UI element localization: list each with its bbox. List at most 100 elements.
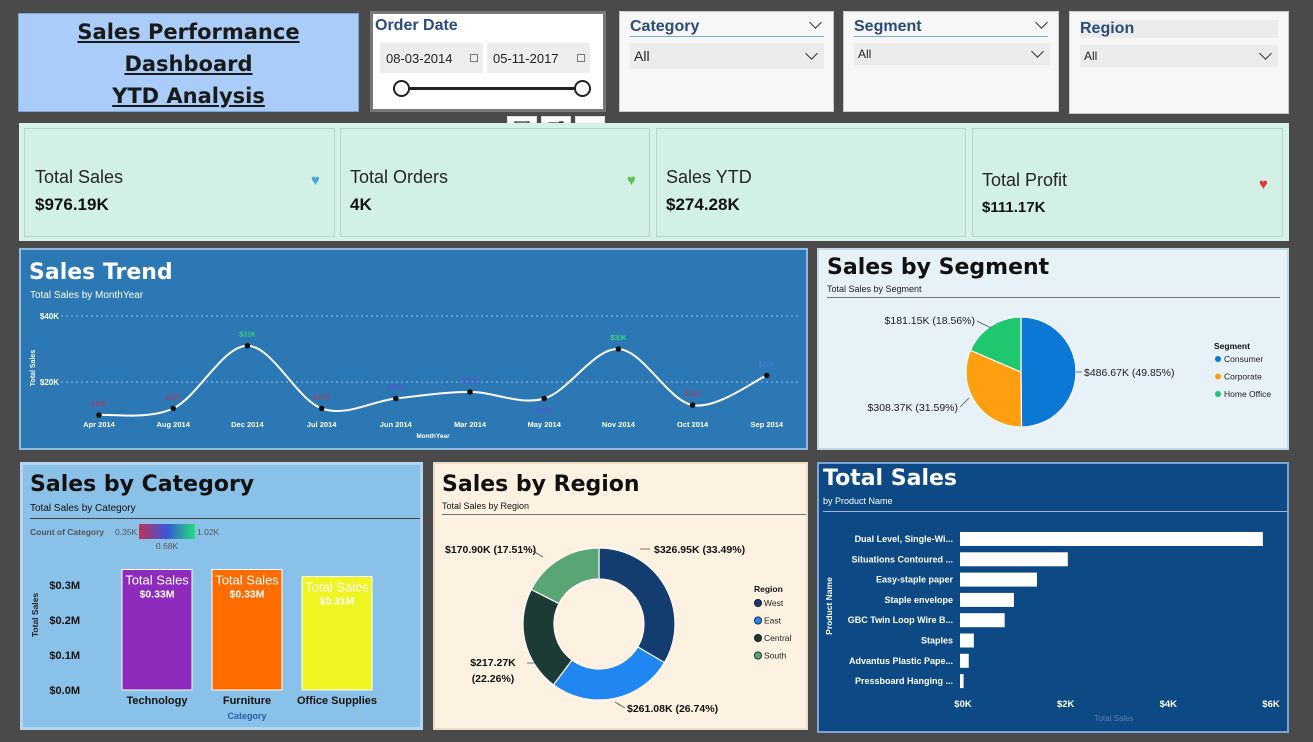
bar — [960, 653, 969, 668]
category-selected-value: All — [634, 48, 650, 64]
calendar-icon[interactable] — [577, 54, 585, 62]
data-label: $30K — [610, 335, 627, 342]
bar — [960, 674, 964, 689]
dashboard-title: Sales Performance Dashboard — [77, 20, 300, 76]
region-slicer[interactable]: Region All — [1069, 11, 1289, 114]
bar-inner-title: Total Sales — [125, 573, 189, 588]
start-date-value: 08-03-2014 — [386, 50, 453, 66]
chevron-down-icon[interactable] — [805, 47, 818, 60]
x-tick-label: Jul 2014 — [307, 420, 337, 429]
y-tick-label: $20K — [40, 378, 59, 387]
end-date-handle[interactable] — [574, 80, 591, 97]
kpi-card-total-sales: Total Sales $976.19K ♥ — [24, 128, 335, 237]
dashboard-title-card: Sales Performance Dashboard YTD Analysis — [18, 13, 359, 112]
total-sales-by-product-chart: Dual Level, Single-Wi... Situations Conto… — [824, 532, 1280, 723]
x-tick-label: Jun 2014 — [380, 420, 413, 429]
segment-dropdown[interactable]: All — [854, 43, 1050, 65]
y-tick-label: $0.3M — [49, 580, 80, 592]
segment-slicer-label: Segment — [854, 18, 1048, 37]
bar-inner-title: Total Sales — [305, 580, 369, 595]
x-axis-label: Category — [227, 711, 266, 721]
data-label: $486.67K (49.85%) — [1084, 367, 1174, 379]
y-tick-label: Advantus Plastic Pape... — [849, 656, 953, 666]
bar — [960, 552, 1068, 567]
segment-slicer[interactable]: Segment All — [843, 11, 1059, 112]
heart-icon: ♥ — [627, 172, 636, 189]
donut-slice — [522, 588, 573, 686]
order-date-slicer[interactable]: Order Date 08-03-2014 05-11-2017 — [370, 11, 606, 112]
y-tick-label: Easy-staple paper — [876, 575, 954, 585]
chevron-down-icon[interactable] — [1259, 47, 1272, 60]
x-tick-label: Sep 2014 — [751, 420, 784, 429]
bar-inner-title: Total Sales — [215, 573, 279, 588]
data-label: $31K — [239, 332, 256, 339]
data-point — [615, 346, 622, 352]
kpi-value: $274.28K — [666, 195, 740, 214]
x-tick-label: Furniture — [223, 695, 271, 707]
kpi-value: $111.17K — [982, 199, 1046, 216]
data-label: $15K — [536, 408, 553, 415]
chevron-down-icon[interactable] — [1031, 45, 1044, 58]
dashboard-subtitle: YTD Analysis — [112, 84, 265, 108]
data-label: $13K — [684, 391, 701, 398]
x-tick-label: Mar 2014 — [454, 420, 487, 429]
y-tick-label: $0.0M — [49, 685, 80, 697]
x-axis-label: Total Sales — [1094, 714, 1133, 723]
y-tick-label: GBC Twin Loop Wire B... — [848, 615, 953, 625]
legend-label: South — [764, 651, 786, 661]
donut-slice — [552, 646, 666, 701]
y-tick-label: Staples — [921, 636, 953, 646]
data-point — [764, 372, 770, 379]
legend-label: East — [764, 616, 782, 626]
x-tick-label: $4K — [1160, 699, 1178, 710]
x-tick-label: Office Supplies — [297, 695, 377, 707]
y-tick-label: $0.1M — [49, 650, 80, 662]
y-axis-label: Product Name — [824, 577, 834, 635]
region-dropdown[interactable]: All — [1080, 45, 1278, 67]
data-point — [393, 395, 399, 402]
data-label: $12K — [313, 394, 330, 401]
legend-label: Central — [764, 633, 792, 643]
x-tick-label: Nov 2014 — [602, 420, 636, 429]
calendar-icon[interactable] — [470, 54, 478, 62]
kpi-label: Sales YTD — [666, 167, 752, 187]
x-tick-label: $2K — [1057, 699, 1075, 710]
data-label: $10K — [91, 401, 108, 408]
x-tick-label: $6K — [1262, 699, 1280, 710]
legend-title: Count of Category — [30, 527, 104, 537]
data-point — [96, 412, 102, 418]
end-date-input[interactable]: 05-11-2017 — [487, 43, 590, 73]
y-tick-label: Dual Level, Single-Wi... — [855, 534, 953, 544]
total-sales-by-product-panel: Total Sales by Product Name Dual Level, … — [817, 462, 1289, 733]
category-slicer[interactable]: Category All — [619, 11, 834, 112]
sales-trend-panel: Sales Trend Total Sales by MonthYear $40… — [19, 248, 808, 450]
data-label: $17K — [462, 378, 479, 385]
bar — [960, 532, 1263, 546]
start-date-handle[interactable] — [393, 80, 410, 97]
legend-marker — [1215, 373, 1221, 380]
end-date-value: 05-11-2017 — [493, 50, 559, 66]
data-point — [467, 389, 473, 395]
category-dropdown[interactable]: All — [630, 43, 824, 69]
y-axis-label: Total Sales — [30, 350, 37, 387]
pie-slice — [1020, 316, 1077, 428]
bar-value-label: $0.33M — [229, 589, 264, 601]
data-label: $261.08K (26.74%) — [627, 703, 718, 715]
heart-icon: ♥ — [311, 172, 320, 189]
y-tick-label: Pressboard Hanging ... — [855, 676, 953, 686]
data-point — [318, 405, 325, 412]
sales-by-category-chart: Count of Category 0.35K 1.02K 0.68K $0.3M $0.… — [30, 524, 377, 721]
x-tick-label: Dec 2014 — [231, 420, 264, 429]
legend-marker — [753, 651, 762, 660]
legend-label: Corporate — [1224, 372, 1262, 382]
start-date-input[interactable]: 08-03-2014 — [380, 43, 483, 73]
data-point — [541, 395, 547, 402]
sales-trend-chart: $40K $20KTotal Sales $10K Apr 2014 $12K Aug 2… — [30, 312, 801, 440]
data-label: $326.95K (33.49%) — [654, 544, 745, 556]
kpi-card-sales-ytd: Sales YTD $274.28K — [656, 128, 966, 237]
data-point — [689, 402, 696, 408]
x-tick-label: Technology — [127, 695, 189, 707]
data-label: $170.90K (17.51%) — [445, 544, 536, 556]
data-label: $15K — [388, 385, 405, 392]
x-tick-label: Oct 2014 — [677, 420, 709, 429]
